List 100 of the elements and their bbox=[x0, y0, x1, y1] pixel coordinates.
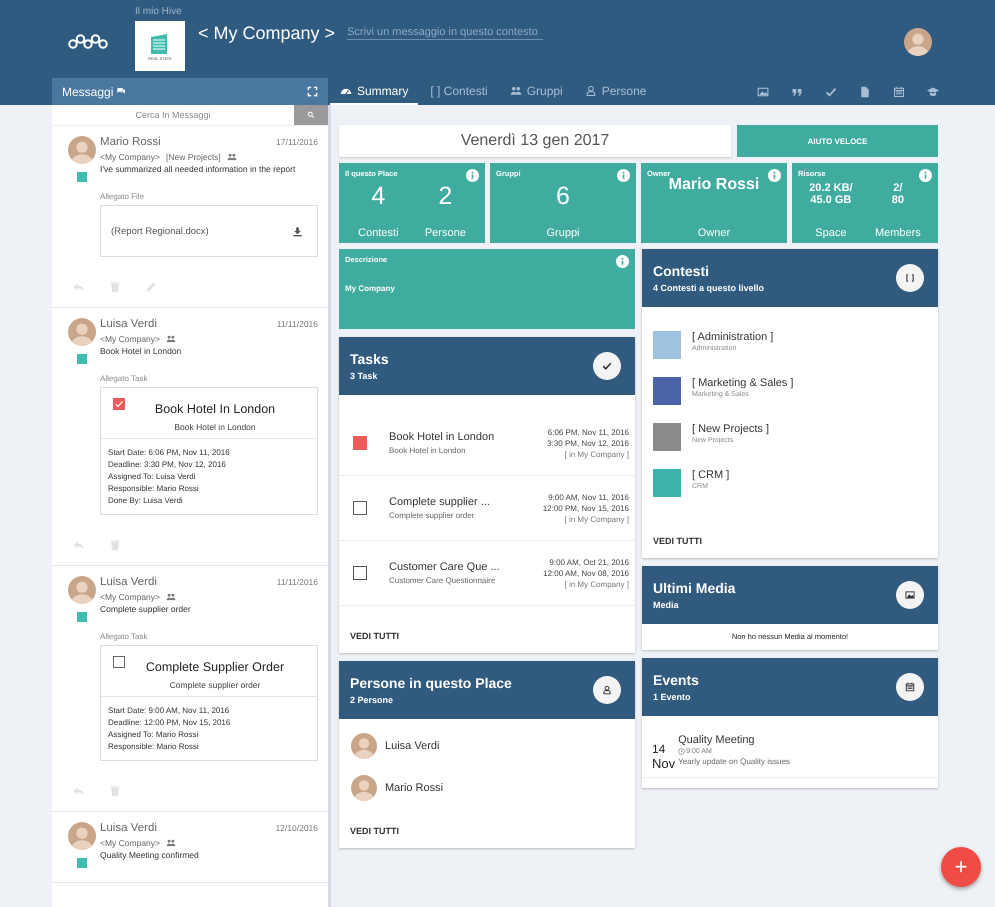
info-icon[interactable] bbox=[466, 169, 479, 182]
calendar-icon bbox=[905, 682, 915, 692]
message-text: I've summarized all needed information in the report bbox=[100, 164, 296, 174]
calendar-button[interactable] bbox=[896, 673, 924, 701]
avatar bbox=[904, 28, 932, 56]
context-logo-icon bbox=[77, 354, 87, 364]
user-icon bbox=[602, 685, 612, 695]
description-text: My Company bbox=[345, 284, 396, 293]
event-title[interactable]: Quality Meeting bbox=[678, 734, 790, 746]
person-name[interactable]: Luisa Verdi bbox=[385, 740, 440, 752]
task-detail: Responsible: Mario Rossi bbox=[108, 741, 200, 753]
user-icon bbox=[584, 84, 597, 96]
context-title[interactable]: < My Company > bbox=[198, 23, 336, 44]
add-button[interactable]: + bbox=[941, 847, 981, 887]
tab[interactable]: Persone bbox=[574, 78, 656, 105]
see-all-link[interactable]: VEDI TUTTI bbox=[339, 801, 410, 848]
check-icon[interactable] bbox=[825, 86, 837, 98]
context-link[interactable]: <My Company> bbox=[100, 838, 160, 848]
graduation-cap-icon[interactable] bbox=[927, 86, 939, 98]
task-title[interactable]: Customer Care Que ... bbox=[389, 561, 544, 573]
info-icon[interactable] bbox=[919, 169, 932, 182]
author-name[interactable]: Luisa Verdi bbox=[100, 576, 157, 588]
task-title[interactable]: Complete supplier ... bbox=[389, 496, 543, 508]
image-button[interactable] bbox=[896, 581, 924, 609]
stat-label: Owner bbox=[698, 227, 730, 239]
message-text: Quality Meeting confirmed bbox=[100, 850, 200, 860]
checkbox[interactable] bbox=[353, 566, 367, 580]
download-icon[interactable] bbox=[292, 226, 303, 236]
card-title: Tasks bbox=[350, 351, 389, 367]
info-icon[interactable] bbox=[617, 169, 630, 182]
avatar bbox=[351, 733, 377, 759]
check-button[interactable] bbox=[593, 352, 621, 380]
calendar-icon[interactable] bbox=[893, 86, 905, 98]
message-text: Book Hotel in London bbox=[100, 346, 182, 356]
tab[interactable]: Gruppi bbox=[500, 78, 573, 105]
checkbox[interactable] bbox=[113, 656, 125, 668]
context-label: [ in My Company ] bbox=[564, 448, 629, 460]
context-title[interactable]: [ Marketing & Sales ] bbox=[692, 377, 794, 389]
task-detail: Assigned To: Luisa Verdi bbox=[108, 471, 196, 483]
task-title[interactable]: Book Hotel in London bbox=[389, 431, 548, 443]
panel-title: Messaggi bbox=[62, 84, 114, 98]
context-link[interactable]: <My Company> bbox=[100, 592, 160, 602]
file-icon[interactable] bbox=[859, 86, 871, 98]
context-link[interactable]: <My Company> bbox=[100, 334, 160, 344]
author-name[interactable]: Luisa Verdi bbox=[100, 822, 157, 834]
card-subtitle: 3 Task bbox=[350, 371, 378, 381]
project-link[interactable]: [New Projects] bbox=[166, 152, 221, 162]
users-icon bbox=[510, 84, 522, 96]
attachment-label: Allegato File bbox=[100, 192, 146, 201]
info-icon[interactable] bbox=[616, 255, 629, 268]
avatar bbox=[68, 318, 96, 346]
task-subtitle: Complete supplier order bbox=[170, 680, 260, 690]
event-month: Nov bbox=[652, 756, 676, 771]
checkbox[interactable] bbox=[353, 436, 367, 450]
see-all-link[interactable]: VEDI TUTTI bbox=[339, 606, 410, 653]
group-icon bbox=[226, 152, 237, 162]
tab[interactable]: Summary bbox=[330, 78, 418, 105]
person-button[interactable] bbox=[593, 676, 621, 704]
info-icon[interactable] bbox=[768, 169, 781, 182]
stat-value: 2 bbox=[438, 182, 452, 211]
event-day: 14 bbox=[652, 742, 676, 756]
message-date: 11/11/2016 bbox=[276, 577, 318, 587]
stat-label: Gruppi bbox=[546, 227, 580, 239]
avatar bbox=[68, 136, 96, 164]
expand-icon[interactable] bbox=[307, 86, 318, 97]
stat-value: 2/ 80 bbox=[892, 182, 904, 206]
author-name[interactable]: Luisa Verdi bbox=[100, 318, 157, 330]
context-link[interactable]: <My Company> bbox=[100, 152, 160, 162]
stat-label: Persone bbox=[424, 227, 466, 239]
search-icon bbox=[307, 111, 315, 119]
file-name[interactable]: (Report Regional.docx) bbox=[111, 226, 209, 236]
card-subtitle: 1 Evento bbox=[653, 692, 692, 702]
see-all-link[interactable]: VEDI TUTTI bbox=[642, 511, 713, 558]
image-icon[interactable] bbox=[757, 86, 769, 98]
attachment-label: Allegato Task bbox=[100, 374, 148, 383]
context-title[interactable]: [ Administration ] bbox=[692, 331, 774, 343]
task-detail: Assigned To: Mario Rossi bbox=[108, 729, 200, 741]
deadline-date: 3:30 PM, Nov 12, 2016 bbox=[547, 438, 629, 448]
context-title[interactable]: [ New Projects ] bbox=[692, 423, 770, 435]
checkbox[interactable] bbox=[113, 398, 125, 410]
card-subtitle: 4 Contesti a questo livello bbox=[653, 283, 764, 293]
checkbox[interactable] bbox=[353, 501, 367, 515]
tab[interactable]: [ ] Contesti bbox=[420, 78, 498, 105]
card-title: Ultimi Media bbox=[653, 580, 736, 596]
context-label: [ in My Company ] bbox=[564, 578, 629, 590]
context-logo-icon bbox=[77, 612, 87, 622]
context-label: [ in My Company ] bbox=[564, 514, 629, 524]
context-title[interactable]: [ CRM ] bbox=[692, 469, 730, 481]
task-title: Complete Supplier Order bbox=[146, 660, 284, 674]
stat-label: Contesti bbox=[358, 227, 399, 239]
author-name[interactable]: Mario Rossi bbox=[100, 136, 161, 148]
deadline-date: 12:00 AM, Nov 08, 2016 bbox=[543, 568, 629, 578]
brackets-button[interactable] bbox=[896, 264, 924, 292]
attachment-label: Allegato Task bbox=[100, 632, 148, 641]
task-subtitle: Complete supplier order bbox=[389, 511, 476, 520]
card-subtitle: Media bbox=[653, 600, 680, 610]
message-input[interactable]: Scrivi un messaggio in questo contesto bbox=[347, 26, 544, 40]
person-name[interactable]: Mario Rossi bbox=[385, 782, 444, 794]
message-text: Complete supplier order bbox=[100, 604, 192, 614]
stat-value: 4 bbox=[371, 182, 386, 211]
